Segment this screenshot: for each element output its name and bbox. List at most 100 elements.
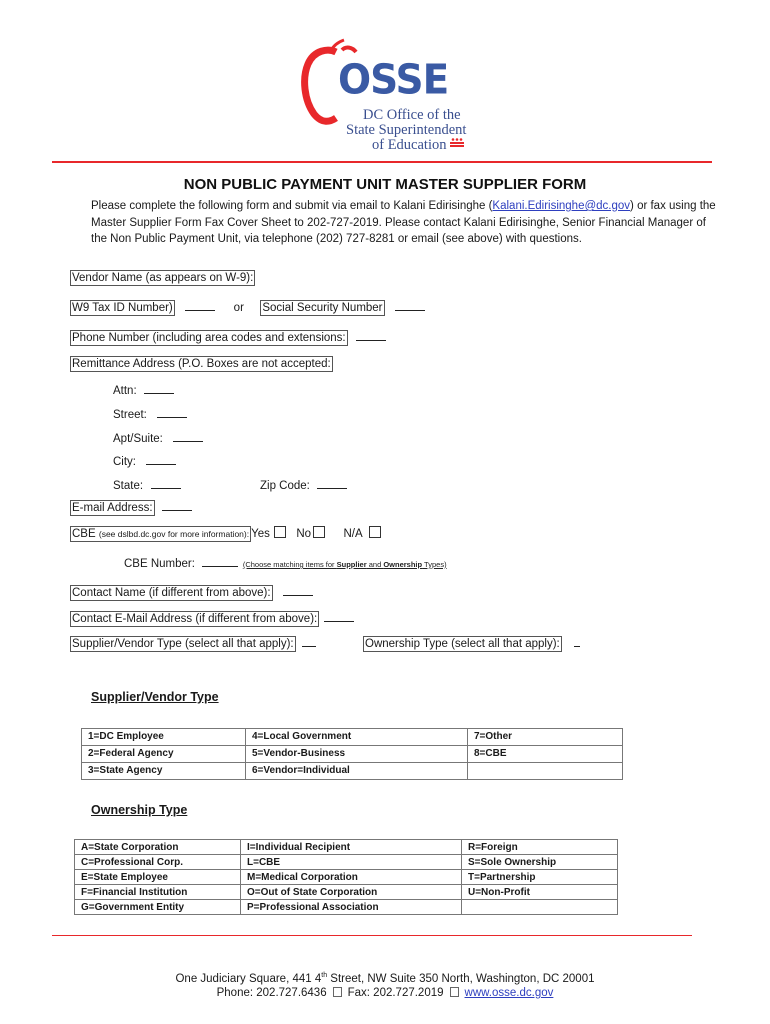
cbe-hint-and: and (366, 560, 384, 569)
cbe-number-label: CBE Number: (124, 558, 195, 570)
cbe-label: CBE (see dslbd.dc.gov for more informati… (70, 526, 252, 542)
contact-email-row: Contact E-Mail Address (if different fro… (70, 609, 354, 627)
email-row: E-mail Address: (70, 498, 192, 516)
website-link[interactable]: www.osse.dc.gov (465, 987, 554, 999)
ownership-type-table: A=State Corporation I=Individual Recipie… (74, 839, 618, 915)
dc-flag-icon (450, 138, 464, 147)
footer-phone: Phone: 202.727.6436 (216, 987, 327, 999)
apt-suite-input[interactable] (173, 430, 204, 442)
supplier-type-row: Supplier/Vendor Type (select all that ap… (70, 634, 317, 652)
state-label: State: (113, 480, 144, 492)
cbe-hint: (Choose matching items for Supplier and … (243, 560, 447, 569)
attn-row: Attn: (113, 381, 175, 399)
cbe-number-input[interactable] (202, 555, 239, 567)
ownership-type-input[interactable] (574, 635, 581, 647)
cbe-hint-text-1: (Choose matching items for (242, 560, 337, 569)
cbe-na-checkbox[interactable] (368, 526, 381, 538)
contact-email-link[interactable]: Kalani.Edirisinghe@dc.gov (492, 200, 630, 212)
table-cell: P=Professional Association (240, 899, 462, 915)
supplier-type-input[interactable] (302, 635, 317, 647)
city-input[interactable] (146, 453, 177, 465)
cbe-yes-checkbox[interactable] (273, 526, 286, 538)
cbe-no-checkbox[interactable] (313, 526, 326, 538)
zip-label: Zip Code: (260, 480, 310, 492)
table-row: 3=State Agency 6=Vendor=Individual (81, 762, 623, 780)
attn-input[interactable] (144, 382, 175, 394)
table-cell: O=Out of State Corporation (240, 884, 462, 900)
or-label: or (233, 302, 244, 314)
table-cell: 2=Federal Agency (81, 745, 246, 763)
apt-suite-label: Apt/Suite: (113, 433, 163, 445)
phone-row: Phone Number (including area codes and e… (70, 328, 387, 346)
street-label: Street: (113, 409, 147, 421)
form-title: NON PUBLIC PAYMENT UNIT MASTER SUPPLIER … (183, 176, 587, 193)
footer-address: One Judiciary Square, 441 4th Street, NW… (0, 968, 770, 987)
table-cell: T=Partnership (461, 869, 618, 885)
vendor-name-label: Vendor Name (as appears on W-9): (70, 270, 256, 286)
table-cell: E=State Employee (74, 869, 241, 885)
table-cell: 6=Vendor=Individual (245, 762, 468, 780)
email-input[interactable] (161, 499, 192, 511)
intro-paragraph: Please complete the following form and s… (91, 198, 721, 248)
table-cell: R=Foreign (461, 839, 618, 855)
contact-name-row: Contact Name (if different from above): (70, 583, 314, 601)
separator-icon (449, 987, 459, 997)
tax-id-row: W9 Tax ID Number) or Social Security Num… (70, 298, 425, 316)
ssn-input[interactable] (394, 299, 425, 311)
cbe-yes-label: Yes (251, 528, 270, 540)
zip-input[interactable] (317, 477, 348, 489)
table-cell: 1=DC Employee (81, 728, 246, 746)
contact-email-label: Contact E-Mail Address (if different fro… (70, 611, 320, 627)
street-input[interactable] (157, 406, 188, 418)
zip-row: Zip Code: (260, 476, 348, 494)
remittance-label: Remittance Address (P.O. Boxes are not a… (70, 356, 333, 372)
table-cell: M=Medical Corporation (240, 869, 462, 885)
phone-input[interactable] (356, 329, 387, 341)
w9-tax-id-input[interactable] (185, 299, 216, 311)
table-cell: 3=State Agency (81, 762, 246, 780)
separator-icon (332, 987, 342, 997)
supplier-section-title: Supplier/Vendor Type (91, 690, 219, 704)
contact-name-label: Contact Name (if different from above): (70, 585, 273, 601)
table-row: E=State Employee M=Medical Corporation T… (74, 869, 618, 885)
cbe-na-label: N/A (343, 528, 363, 540)
city-row: City: (113, 452, 177, 470)
table-cell: 5=Vendor-Business (245, 745, 468, 763)
phone-label: Phone Number (including area codes and e… (70, 330, 348, 346)
intro-text-1: Please complete the following form and s… (91, 200, 493, 212)
table-cell: 7=Other (467, 728, 623, 746)
contact-name-input[interactable] (283, 584, 314, 596)
ssn-label: Social Security Number (260, 300, 385, 316)
state-row: State: (113, 476, 181, 494)
table-row: 2=Federal Agency 5=Vendor-Business 8=CBE (81, 745, 623, 763)
table-cell (461, 899, 618, 915)
attn-label: Attn: (113, 385, 137, 397)
ownership-type-label: Ownership Type (select all that apply): (363, 636, 562, 652)
table-row: C=Professional Corp. L=CBE S=Sole Owners… (74, 854, 618, 870)
cbe-number-row: CBE Number: (Choose matching items for S… (124, 554, 447, 572)
table-cell: G=Government Entity (74, 899, 241, 915)
table-cell: C=Professional Corp. (74, 854, 241, 870)
table-cell: 8=CBE (467, 745, 623, 763)
address-text-1: One Judiciary Square, 441 4 (175, 972, 322, 985)
ownership-section-title: Ownership Type (91, 803, 188, 817)
table-row: 1=DC Employee 4=Local Government 7=Other (81, 728, 623, 746)
cbe-label-text: CBE (72, 528, 96, 540)
vendor-name-field[interactable]: Vendor Name (as appears on W-9): (70, 268, 256, 286)
email-label: E-mail Address: (70, 500, 155, 516)
table-row: A=State Corporation I=Individual Recipie… (74, 839, 618, 855)
footer-fax: Fax: 202.727.2019 (347, 987, 444, 999)
table-cell (467, 762, 623, 780)
logo-line-3: of Education (372, 137, 447, 153)
header-divider (52, 161, 712, 163)
address-text-2: Street, NW Suite 350 North, Washington, … (327, 972, 595, 985)
table-cell: S=Sole Ownership (461, 854, 618, 870)
contact-email-input[interactable] (323, 610, 354, 622)
state-input[interactable] (150, 477, 181, 489)
cbe-no-label: No (296, 528, 312, 540)
osse-logo: OSSE DC Office of the State Superintende… (300, 38, 480, 158)
remittance-address-field: Remittance Address (P.O. Boxes are not a… (70, 354, 333, 372)
table-row: G=Government Entity P=Professional Assoc… (74, 899, 618, 915)
ownership-type-row: Ownership Type (select all that apply): (363, 634, 581, 652)
table-cell: L=CBE (240, 854, 462, 870)
